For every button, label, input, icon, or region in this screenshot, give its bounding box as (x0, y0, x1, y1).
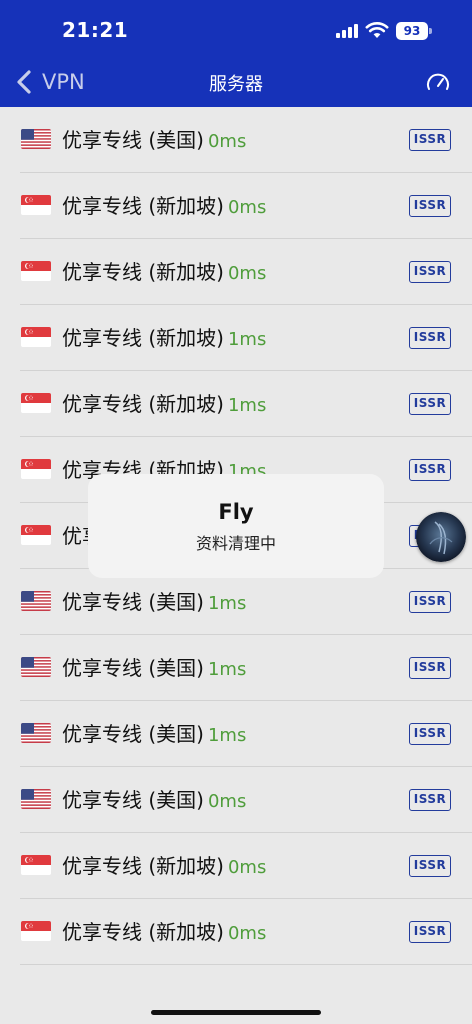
server-name-text: 优享专线 (美国) (62, 788, 204, 812)
protocol-badge: ISSR (409, 789, 451, 811)
singapore-flag-icon (21, 525, 51, 545)
us-flag-icon (21, 657, 51, 677)
status-bar: 21:21 93 (0, 0, 472, 54)
server-latency: 1ms (227, 329, 267, 350)
protocol-badge: ISSR (409, 459, 451, 481)
server-row[interactable]: 优享专线 (新加坡) 0ms ISSR (0, 239, 472, 305)
singapore-flag-icon (21, 921, 51, 941)
server-name: 优享专线 (美国) 1ms (62, 718, 246, 747)
protocol-badge: ISSR (409, 723, 451, 745)
bottom-area (0, 987, 472, 1024)
us-flag-icon (21, 129, 51, 149)
server-row[interactable]: 优享专线 (新加坡) 0ms ISSR (0, 173, 472, 239)
wifi-icon (365, 22, 389, 38)
server-name-text: 优享专线 (新加坡) (62, 920, 224, 944)
server-row[interactable]: 优享专线 (美国)0ms ISSR (0, 767, 472, 833)
protocol-badge: ISSR (409, 921, 451, 943)
server-latency: 1ms (207, 659, 247, 680)
server-latency: 1ms (207, 725, 247, 746)
singapore-flag-icon (21, 855, 51, 875)
server-row[interactable]: 优享专线 (新加坡)1ms ISSR (0, 305, 472, 371)
us-flag-icon (21, 723, 51, 743)
singapore-flag-icon (21, 195, 51, 215)
server-name: 优享专线 (新加坡)1ms (62, 322, 266, 351)
protocol-badge: ISSR (409, 657, 451, 679)
protocol-badge: ISSR (409, 129, 451, 151)
server-name-text: 优享专线 (新加坡) (62, 326, 224, 350)
navigation-header: 21:21 93 VPN 服务器 (0, 0, 472, 107)
server-row[interactable]: 优享专线 (美国) 1ms ISSR (0, 635, 472, 701)
server-latency: 0ms (227, 923, 267, 944)
server-name-text: 优享专线 (美国) (62, 590, 204, 614)
server-name-text: 优享专线 (新加坡) (62, 854, 224, 878)
home-indicator[interactable] (151, 1010, 321, 1015)
battery-icon: 93 (396, 22, 432, 40)
server-name: 优享专线 (美国) 1ms (62, 652, 246, 681)
server-latency: 0ms (207, 131, 247, 152)
singapore-flag-icon (21, 261, 51, 281)
server-name: 优享专线 (新加坡) 0ms (62, 256, 266, 285)
server-name: 优享专线 (美国)0ms (62, 784, 246, 813)
server-name: 优享专线 (新加坡)1ms (62, 388, 266, 417)
status-time: 21:21 (62, 18, 129, 42)
singapore-flag-icon (21, 393, 51, 413)
server-name: 优享专线 (新加坡) 0ms (62, 850, 266, 879)
us-flag-icon (21, 591, 51, 611)
protocol-badge: ISSR (409, 855, 451, 877)
floating-avatar-button[interactable] (416, 512, 466, 562)
server-latency: 0ms (227, 197, 267, 218)
server-row[interactable]: 优享专线 (新加坡)1ms ISSR (0, 371, 472, 437)
us-flag-icon (21, 789, 51, 809)
speedometer-icon[interactable] (426, 72, 450, 92)
server-row[interactable]: 优享专线 (新加坡) 0ms ISSR (0, 899, 472, 965)
page-title: 服务器 (209, 74, 263, 95)
server-name-text: 优享专线 (新加坡) (62, 260, 224, 284)
server-name: 优享专线 (美国) 1ms (62, 586, 246, 615)
server-name-text: 优享专线 (新加坡) (62, 392, 224, 416)
singapore-flag-icon (21, 327, 51, 347)
server-row[interactable]: 优享专线 (美国)0msISSR (0, 965, 472, 987)
server-latency: 0ms (227, 857, 267, 878)
singapore-flag-icon (21, 459, 51, 479)
server-name: 优享专线 (新加坡) 0ms (62, 190, 266, 219)
server-latency: 0ms (227, 263, 267, 284)
protocol-badge: ISSR (409, 195, 451, 217)
server-latency: 1ms (207, 593, 247, 614)
toast-title: Fly (218, 500, 254, 524)
toast-message: 资料清理中 (195, 534, 276, 553)
server-name: 优享专线 (新加坡) 0ms (62, 916, 266, 945)
battery-level: 93 (396, 22, 428, 40)
protocol-badge: ISSR (409, 327, 451, 349)
server-latency: 0ms (207, 791, 247, 812)
server-row[interactable]: 优享专线 (美国) 1ms ISSR (0, 569, 472, 635)
server-row[interactable]: 优享专线 (新加坡) 0ms ISSR (0, 833, 472, 899)
server-name-text: 优享专线 (美国) (62, 128, 204, 152)
protocol-badge: ISSR (409, 261, 451, 283)
server-name: 优享专线 (美国)0ms (62, 124, 246, 153)
server-row[interactable]: 优享专线 (美国) 1ms ISSR (0, 701, 472, 767)
avatar-image (416, 512, 466, 562)
server-name-text: 优享专线 (美国) (62, 656, 204, 680)
protocol-badge: ISSR (409, 591, 451, 613)
protocol-badge: ISSR (409, 393, 451, 415)
loading-toast: Fly 资料清理中 (88, 474, 384, 578)
server-latency: 1ms (227, 395, 267, 416)
server-row[interactable]: 优享专线 (美国)0ms ISSR (0, 107, 472, 173)
server-name-text: 优享专线 (美国) (62, 722, 204, 746)
server-name-text: 优享专线 (新加坡) (62, 194, 224, 218)
cellular-signal-icon (336, 24, 358, 38)
